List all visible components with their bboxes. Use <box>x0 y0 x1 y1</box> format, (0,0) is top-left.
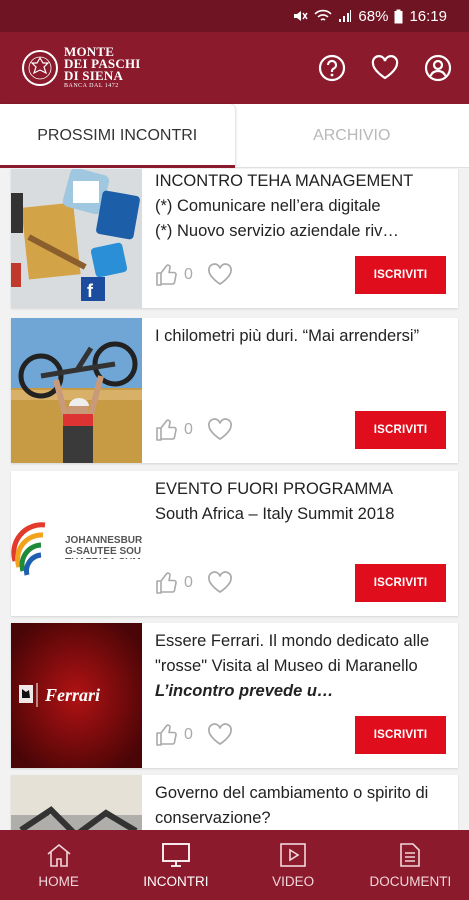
like-button[interactable]: 0 <box>155 418 193 442</box>
nav-documenti-label: DOCUMENTI <box>369 873 452 889</box>
heart-outline-icon <box>207 418 232 441</box>
event-thumbnail: f <box>11 169 142 308</box>
battery-icon <box>394 9 403 24</box>
help-button[interactable] <box>317 53 347 83</box>
event-card[interactable]: I chilometri più duri. “Mai arrendersi” … <box>11 318 458 463</box>
bottom-navigation: HOME INCONTRI VIDEO DOCUMENTI <box>0 830 469 900</box>
event-card[interactable]: Ferrari Essere Ferrari. Il mondo dedicat… <box>11 623 458 768</box>
event-title: Essere Ferrari. Il mondo dedicato alle "… <box>155 629 448 705</box>
favorite-button[interactable] <box>207 571 233 595</box>
logo-emblem-icon <box>22 50 58 86</box>
heart-icon <box>371 55 399 80</box>
nav-documenti[interactable]: DOCUMENTI <box>352 830 469 900</box>
thumbs-up-icon <box>156 264 177 286</box>
status-bar: 68% 16:19 <box>0 0 469 32</box>
tab-prossimi-incontri[interactable]: PROSSIMI INCONTRI <box>0 104 235 168</box>
thumbnail-caption: JOHANNESBURG-SAUTEE SOUTHAFRICA SUMM <box>65 535 142 559</box>
event-thumbnail <box>11 775 142 830</box>
event-title: INCONTRO TEHA MANAGEMENT (*) Comunicare … <box>155 172 414 240</box>
like-count: 0 <box>184 421 193 438</box>
subscribe-button[interactable]: ISCRIVITI <box>355 564 446 602</box>
favorite-button[interactable] <box>207 263 233 287</box>
event-thumbnail: Ferrari <box>11 623 142 768</box>
user-icon <box>424 54 452 82</box>
mute-icon <box>292 8 309 24</box>
events-list[interactable]: f INCONTRO TEHA MANAGEMENT (*) Comunicar… <box>0 169 469 830</box>
like-button[interactable]: 0 <box>155 263 193 287</box>
heart-outline-icon <box>207 723 232 746</box>
event-card[interactable]: Governo del cambiamento o spirito di con… <box>11 775 458 830</box>
like-count: 0 <box>184 574 193 591</box>
clock: 16:19 <box>409 7 447 25</box>
event-card[interactable]: JOHANNESBURG-SAUTEE SOUTHAFRICA SUMM EVE… <box>11 471 458 616</box>
event-thumbnail <box>11 318 142 463</box>
monitor-icon <box>161 842 190 867</box>
brand-line-3: DI SIENA <box>64 68 124 83</box>
subscribe-button[interactable]: ISCRIVITI <box>355 716 446 754</box>
event-title: Governo del cambiamento o spirito di con… <box>155 784 429 827</box>
svg-text:f: f <box>87 281 94 301</box>
like-count: 0 <box>184 726 193 743</box>
event-title-text: Essere Ferrari. Il mondo dedicato alle "… <box>155 632 430 675</box>
subscribe-button[interactable]: ISCRIVITI <box>355 256 446 294</box>
brand-logo: MONTE DEI PASCHI DI SIENA BANCA DAL 1472 <box>22 45 141 90</box>
help-icon <box>318 54 346 82</box>
brand-tagline: BANCA DAL 1472 <box>64 83 119 89</box>
event-title: I chilometri più duri. “Mai arrendersi” <box>155 327 420 345</box>
like-button[interactable]: 0 <box>155 571 193 595</box>
event-card[interactable]: f INCONTRO TEHA MANAGEMENT (*) Comunicar… <box>11 169 458 308</box>
heart-outline-icon <box>207 263 232 286</box>
wifi-icon <box>314 8 333 24</box>
favorites-button[interactable] <box>370 53 400 83</box>
thumbs-up-icon <box>156 572 177 594</box>
favorite-button[interactable] <box>207 723 233 747</box>
like-button[interactable]: 0 <box>155 723 193 747</box>
subscribe-button[interactable]: ISCRIVITI <box>355 411 446 449</box>
nav-incontri-label: INCONTRI <box>143 873 209 889</box>
event-title: EVENTO FUORI PROGRAMMA South Africa – It… <box>155 480 395 523</box>
nav-video[interactable]: VIDEO <box>235 830 352 900</box>
like-count: 0 <box>184 266 193 283</box>
tab-archivio[interactable]: ARCHIVIO <box>235 104 469 167</box>
document-icon <box>400 842 421 867</box>
thumbnail-caption: Ferrari <box>45 685 101 705</box>
profile-button[interactable] <box>423 53 453 83</box>
tab-bar: PROSSIMI INCONTRI ARCHIVIO <box>0 104 469 168</box>
play-icon <box>280 842 306 867</box>
nav-home-label: HOME <box>38 873 79 889</box>
thumbs-up-icon <box>156 724 177 746</box>
event-thumbnail: JOHANNESBURG-SAUTEE SOUTHAFRICA SUMM <box>11 471 142 616</box>
nav-incontri[interactable]: INCONTRI <box>117 830 234 900</box>
app-bar: MONTE DEI PASCHI DI SIENA BANCA DAL 1472 <box>0 32 469 104</box>
heart-outline-icon <box>207 571 232 594</box>
home-icon <box>47 843 71 867</box>
signal-icon <box>338 9 352 23</box>
event-title-italic: L’incontro prevede u… <box>155 682 334 700</box>
battery-percent: 68% <box>358 7 389 25</box>
nav-home[interactable]: HOME <box>0 830 117 900</box>
thumbs-up-icon <box>156 419 177 441</box>
nav-video-label: VIDEO <box>272 873 315 889</box>
favorite-button[interactable] <box>207 418 233 442</box>
